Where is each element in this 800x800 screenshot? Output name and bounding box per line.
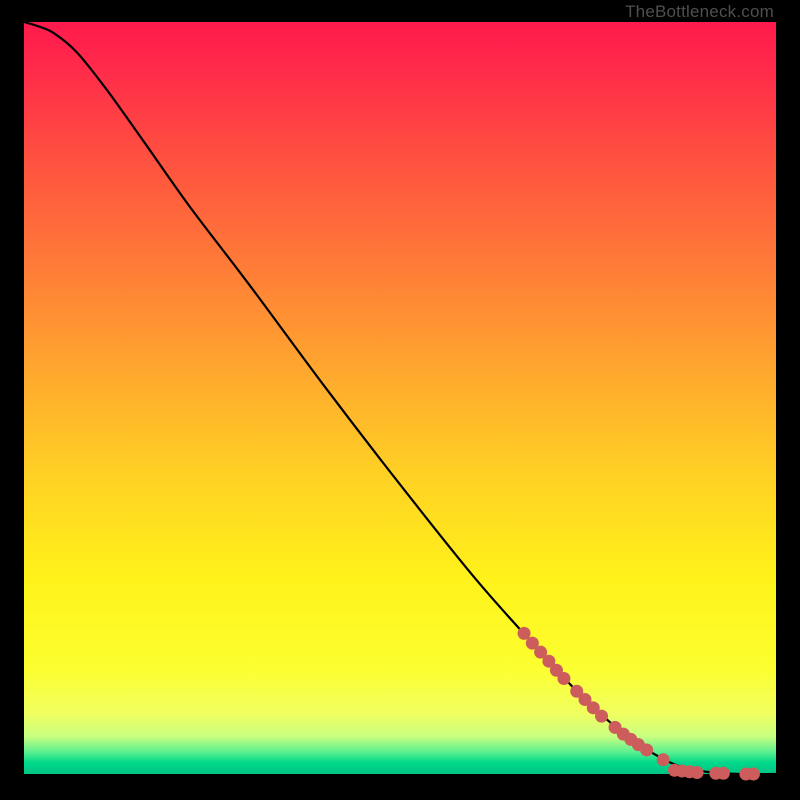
plot-area	[24, 22, 776, 774]
data-marker	[640, 743, 653, 756]
data-marker	[557, 672, 570, 685]
marker-group	[518, 627, 760, 781]
bottleneck-curve	[24, 22, 776, 774]
data-marker	[747, 768, 760, 781]
chart-frame: TheBottleneck.com	[0, 0, 800, 800]
data-marker	[657, 753, 670, 766]
attribution-text: TheBottleneck.com	[625, 2, 774, 22]
chart-overlay	[24, 22, 776, 774]
data-marker	[691, 766, 704, 779]
data-marker	[595, 710, 608, 723]
data-marker	[717, 767, 730, 780]
